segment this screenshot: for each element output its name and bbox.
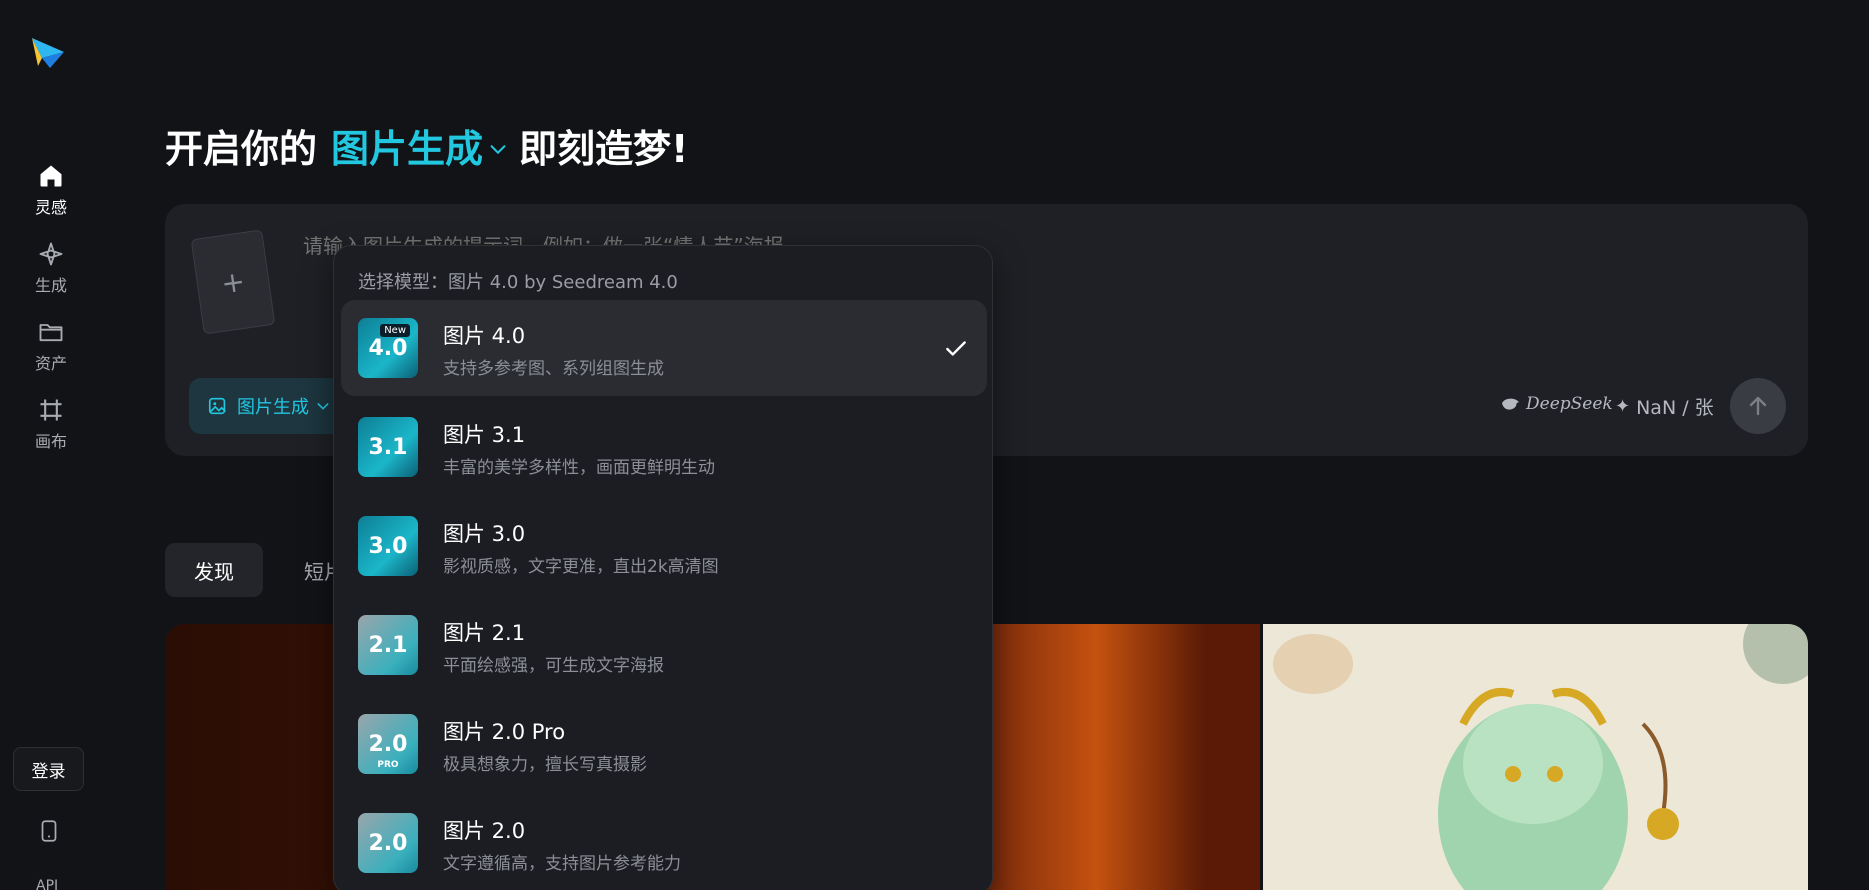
page-title: 开启你的 图片生成 即刻造梦! [165,118,688,173]
canvas-icon [40,399,62,421]
sidebar-item-label: 画布 [34,432,67,451]
thumbnail-version: 2.0 [368,830,408,856]
model-description: 文字遵循高，支持图片参考能力 [443,854,681,874]
home-icon [40,165,62,187]
mode-label: 图片生成 [237,397,309,418]
gallery-image[interactable] [1263,624,1808,890]
pro-badge: PRO [377,760,399,770]
model-thumbnail: 4.0 New [358,318,418,378]
price-indicator: ✦ NaN / 张 [1615,393,1714,420]
tab-discover[interactable]: 发现 [165,543,263,597]
mode-switcher[interactable]: 图片生成 [331,118,483,173]
model-name: 图片 2.0 [443,819,526,843]
sparkle-icon: ✦ [1615,396,1631,417]
model-option-3-0[interactable]: 3.0 图片 3.0 影视质感，文字更准，直出2k高清图 [341,498,987,594]
model-option-4-0[interactable]: 4.0 New 图片 4.0 支持多参考图、系列组图生成 [341,300,987,396]
model-description: 支持多参考图、系列组图生成 [443,359,664,379]
title-suffix: 即刻造梦! [519,127,689,171]
thumbnail-version: 4.0 [368,335,408,361]
price-label: NaN / 张 [1636,397,1714,419]
model-thumbnail: 2.0 [358,813,418,873]
login-button[interactable]: 登录 [13,747,84,791]
thumbnail-version: 2.1 [368,632,408,658]
dropdown-header: 选择模型：图片 4.0 by Seedream 4.0 [358,272,678,293]
chevron-down-icon [317,403,329,410]
model-description: 极具想象力，擅长写真摄影 [443,755,647,775]
chevron-down-icon[interactable] [487,138,509,160]
upload-reference-button[interactable]: + [190,229,276,335]
model-name: 图片 4.0 [443,324,526,348]
title-prefix: 开启你的 [165,127,318,171]
model-description: 丰富的美学多样性，画面更鲜明生动 [443,458,715,478]
api-link[interactable]: API [36,878,58,890]
model-thumbnail: 2.1 [358,615,418,675]
folder-icon [39,324,63,342]
model-dropdown: 选择模型：图片 4.0 by Seedream 4.0 4.0 New 图片 4… [333,245,993,890]
sidebar-item-label: 灵感 [34,198,67,217]
whale-icon [1502,398,1520,410]
sidebar-item-canvas[interactable]: 画布 [20,392,82,456]
deepseek-toggle[interactable]: DeepSeek [1500,394,1613,414]
phone-icon[interactable] [36,818,62,844]
sidebar-item-inspiration[interactable]: 灵感 [20,158,82,222]
model-name: 图片 2.1 [443,621,526,645]
model-thumbnail: 3.1 [358,417,418,477]
plus-icon: + [219,264,247,300]
model-name: 图片 2.0 Pro [443,720,566,744]
app-logo-icon[interactable] [28,32,68,72]
model-option-2-1[interactable]: 2.1 图片 2.1 平面绘感强，可生成文字海报 [341,597,987,693]
new-badge: New [380,324,410,337]
image-generate-icon [208,397,226,415]
thumbnail-version: 2.0 [368,731,408,757]
model-description: 平面绘感强，可生成文字海报 [443,656,664,676]
sidebar-item-generate[interactable]: 生成 [20,236,82,300]
sidebar-item-assets[interactable]: 资产 [20,314,82,378]
model-name: 图片 3.1 [443,423,526,447]
arrow-up-icon [1749,396,1767,416]
sparkle-icon [39,242,63,266]
deepseek-label: DeepSeek [1526,394,1613,414]
checkmark-icon [946,341,966,356]
model-thumbnail: 3.0 [358,516,418,576]
sidebar-item-label: 资产 [34,354,67,373]
model-option-3-1[interactable]: 3.1 图片 3.1 丰富的美学多样性，画面更鲜明生动 [341,399,987,495]
sidebar: 灵感 生成 资产 画布 登录 API [0,0,100,890]
jade-dragon-seal-image [1273,624,1808,890]
thumbnail-version: 3.1 [368,434,408,460]
thumbnail-version: 3.0 [368,533,408,559]
model-option-2-0-pro[interactable]: 2.0 PRO 图片 2.0 Pro 极具想象力，擅长写真摄影 [341,696,987,792]
model-name: 图片 3.0 [443,522,526,546]
model-option-2-0[interactable]: 2.0 图片 2.0 文字遵循高，支持图片参考能力 [341,795,987,890]
model-description: 影视质感，文字更准，直出2k高清图 [443,557,719,577]
sidebar-item-label: 生成 [34,276,67,295]
model-thumbnail: 2.0 PRO [358,714,418,774]
send-button[interactable] [1730,378,1786,434]
